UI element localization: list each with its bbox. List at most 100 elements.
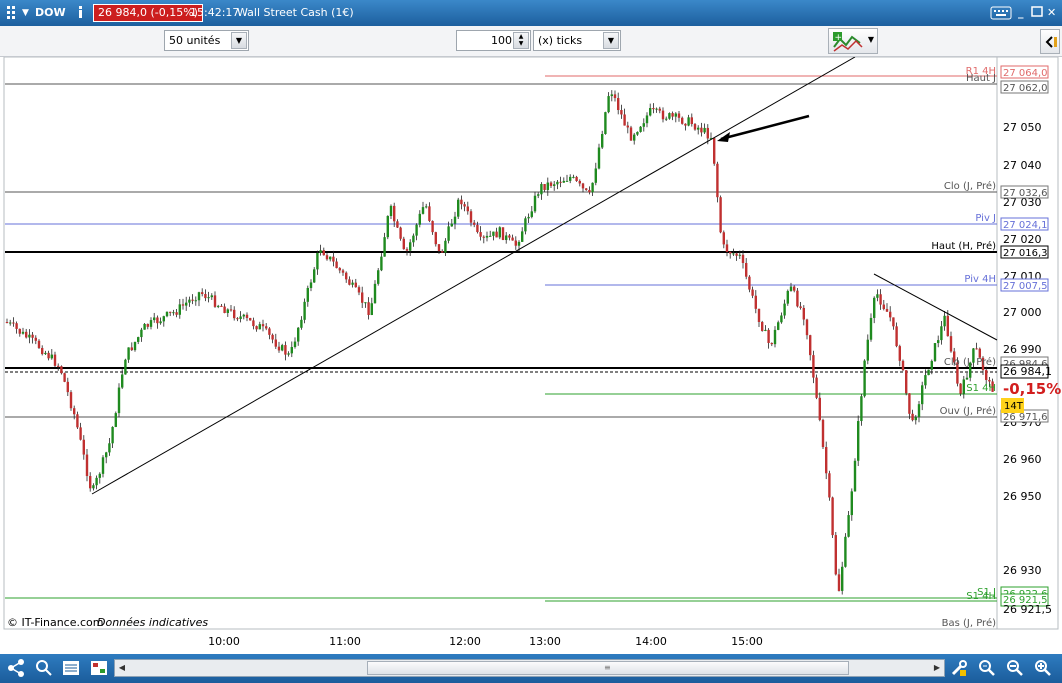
candle-body <box>527 216 530 219</box>
candle-body <box>914 417 917 421</box>
candle-body <box>549 182 553 186</box>
candle-body <box>220 305 223 307</box>
candle-body <box>460 199 463 205</box>
zoom-fit-icon[interactable] <box>977 658 997 678</box>
instrument-name: Wall Street Cash (1€) <box>237 6 354 19</box>
candle-body <box>233 309 236 319</box>
chart-toolbar: 50 unités ▼ 100 ▲ ▼ (x) ticks ▼ + ▼ <box>0 26 1062 57</box>
candle-body <box>722 232 725 245</box>
candle-body <box>162 316 165 322</box>
candle-body <box>898 346 901 361</box>
candle-body <box>197 292 201 301</box>
chevron-down-icon[interactable]: ▼ <box>231 32 247 49</box>
close-icon[interactable]: ✕ <box>1047 5 1056 21</box>
candle-body <box>201 292 204 295</box>
share-icon[interactable] <box>6 658 26 678</box>
candle-body <box>847 515 850 537</box>
candle-body <box>575 176 578 182</box>
candle-body <box>415 224 418 236</box>
candle-body <box>687 117 690 126</box>
candle-body <box>706 127 709 139</box>
candle-body <box>613 94 617 99</box>
price-chart[interactable]: R1 4H Haut J Clo (J, Pré) Piv J Haut (H,… <box>0 56 1062 654</box>
ouv-label: Ouv (J, Pré) <box>940 405 996 417</box>
x-tick: 10:00 <box>208 635 240 648</box>
rising-trendline[interactable] <box>91 56 856 495</box>
stepper-icon[interactable]: ▲ ▼ <box>513 32 529 49</box>
ticks-unit-select[interactable]: (x) ticks ▼ <box>533 30 621 51</box>
candle-body <box>799 306 802 308</box>
annotation-arrow[interactable] <box>720 114 810 141</box>
candle-body <box>639 126 642 132</box>
candle-body <box>252 320 255 327</box>
candle-body <box>383 237 386 257</box>
candle-body <box>95 477 98 486</box>
symbol-label[interactable]: DOW <box>35 5 66 21</box>
haut-h-value: 27 016,3 <box>1003 248 1048 259</box>
keyboard-icon[interactable] <box>990 6 1012 25</box>
candle-body <box>265 326 268 329</box>
candle-body <box>556 181 559 185</box>
candle-body <box>149 320 153 327</box>
grip-icon[interactable] <box>5 4 21 25</box>
candle-body <box>261 324 265 327</box>
scroll-right-icon[interactable]: ▶ <box>931 661 943 675</box>
chevron-down-icon[interactable]: ▼ <box>603 32 619 49</box>
candle-body <box>473 222 476 225</box>
candle-body <box>249 318 252 321</box>
candle-body <box>546 182 549 190</box>
y-tick: 27 040 <box>1003 159 1042 172</box>
candle-body <box>511 237 514 241</box>
chevron-down-icon[interactable]: ▼ <box>868 35 874 44</box>
tools-icon[interactable] <box>949 658 969 678</box>
time-scrollbar[interactable]: ◀ ≡ ▶ <box>114 659 945 677</box>
candle-body <box>623 114 626 126</box>
candle-body <box>681 117 684 124</box>
add-indicator-button[interactable]: + ▼ <box>828 28 878 54</box>
candle-body <box>655 108 658 110</box>
maximize-icon[interactable] <box>1031 5 1043 22</box>
side-panel-button[interactable] <box>1040 29 1060 54</box>
candle-body <box>399 227 402 239</box>
zoom-in-icon[interactable] <box>1033 658 1053 678</box>
candle-body <box>329 256 332 260</box>
candle-body <box>521 231 524 242</box>
units-select[interactable]: 50 unités ▼ <box>164 30 249 51</box>
ouv-value: 26 971,6 <box>1003 412 1048 423</box>
indicator-icon[interactable] <box>89 658 109 678</box>
candle-body <box>597 147 601 169</box>
candle-body <box>729 251 732 254</box>
chevron-down-icon[interactable]: ▼ <box>22 5 29 21</box>
candle-body <box>297 327 300 342</box>
chart-canvas[interactable]: R1 4H Haut J Clo (J, Pré) Piv J Haut (H,… <box>0 56 1062 654</box>
scrollbar-thumb[interactable]: ≡ <box>367 661 849 675</box>
candle-body <box>581 183 585 189</box>
minimize-icon[interactable]: _ <box>1018 5 1024 21</box>
timeframe-badge[interactable]: 14T <box>1004 401 1024 412</box>
mode-icon[interactable] <box>34 658 54 678</box>
ticks-number-input[interactable]: 100 ▲ ▼ <box>456 30 531 51</box>
candle-body <box>21 331 25 334</box>
candle-body <box>517 241 521 246</box>
candle-body <box>780 315 783 323</box>
candle-body <box>281 345 284 351</box>
list-icon[interactable] <box>61 658 81 678</box>
zoom-out-icon[interactable] <box>1005 658 1025 678</box>
candle-body <box>693 124 697 130</box>
clock-time: 15:42:17 <box>190 6 240 19</box>
candle-body <box>620 110 623 115</box>
scroll-left-icon[interactable]: ◀ <box>116 661 128 675</box>
info-icon[interactable] <box>76 5 86 24</box>
candle-body <box>268 328 271 335</box>
candle-body <box>879 294 882 305</box>
candle-body <box>114 413 117 427</box>
candle-body <box>783 303 786 316</box>
last-price-value: 26 984,1 <box>1003 365 1052 378</box>
candle-body <box>713 138 716 164</box>
candle-body <box>377 270 380 284</box>
candle-body <box>146 323 149 327</box>
candle-body <box>505 235 508 240</box>
candle-body <box>818 397 821 420</box>
candle-body <box>229 309 233 311</box>
candle-body <box>319 250 322 253</box>
